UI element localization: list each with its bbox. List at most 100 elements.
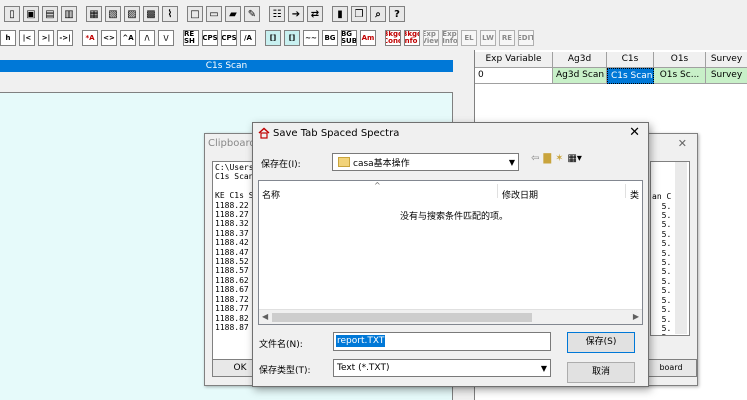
home-icon xyxy=(258,127,270,139)
up-folder-icon[interactable]: ▇ xyxy=(543,153,551,164)
save-all-icon[interactable]: ▧ xyxy=(105,6,121,22)
grid-header-row: Exp Variable Ag3d C1s O1s Survey xyxy=(475,52,747,68)
toolbar-button[interactable]: RE xyxy=(499,30,515,46)
help-icon[interactable]: ? xyxy=(389,6,405,22)
grid-cell-survey[interactable]: Survey xyxy=(706,68,747,84)
save-dialog: Save Tab Spaced Spectra ✕ 保存在(I): casa基本… xyxy=(252,122,649,387)
toolbar-button[interactable]: RE SH xyxy=(183,30,199,46)
column-header-type[interactable]: 类 xyxy=(630,188,644,201)
close-icon[interactable]: ✕ xyxy=(678,137,687,150)
main-toolbar: ▯ ▣ ▤ ▥ ▦ ▧ ▨ ▩ ⌇ □ ▭ ▰ ✎ ☷ ➔ ⇄ ▮ ❐ ⌕? xyxy=(4,3,408,25)
open-icon[interactable]: ▣ xyxy=(23,6,39,22)
filetype-value: Text (*.TXT) xyxy=(337,363,390,373)
clipboard-scrollbar[interactable] xyxy=(675,162,687,334)
toolbar-button[interactable]: >| xyxy=(38,30,54,46)
grid-cell-index[interactable]: 0 xyxy=(475,68,553,84)
pencil-icon[interactable]: ✎ xyxy=(244,6,260,22)
window-icon[interactable]: □ xyxy=(187,6,203,22)
grid-cell-c1s-selected[interactable]: C1s Scan xyxy=(607,68,654,84)
toolbar-button[interactable]: Exp View xyxy=(423,30,439,46)
spectrum-icon[interactable]: ⌇ xyxy=(162,6,178,22)
layout-icon[interactable]: ▰ xyxy=(225,6,241,22)
cancel-button[interactable]: 取消 xyxy=(567,362,635,383)
toolbar-button[interactable]: <> xyxy=(101,30,117,46)
view-menu-icon[interactable]: ▦▾ xyxy=(567,153,581,164)
column-divider xyxy=(497,184,498,198)
analysis-toolbar: h |< >| ->| *A <> ^A/\ \/RE SH CPS CPS/A[][] ~~ BG B… xyxy=(0,27,537,49)
clipboard-icon[interactable]: ▮ xyxy=(332,6,348,22)
toolbar-button[interactable]: BG xyxy=(322,30,338,46)
clipboard-title: Clipboard xyxy=(208,138,256,149)
toolbar-button[interactable]: Bkgd Info xyxy=(404,30,420,46)
column-divider xyxy=(625,184,626,198)
chevron-down-icon: ▼ xyxy=(540,363,548,373)
toolbar-button[interactable]: /A xyxy=(240,30,256,46)
grid-header-ag3d[interactable]: Ag3d xyxy=(553,52,607,68)
copy-icon[interactable]: ❐ xyxy=(351,6,367,22)
scrollbar-thumb[interactable] xyxy=(272,313,532,322)
save-as-icon[interactable]: ▦ xyxy=(86,6,102,22)
column-header-date[interactable]: 修改日期 xyxy=(502,188,538,201)
save-icon[interactable]: ▥ xyxy=(61,6,77,22)
navigation-buttons: ⇦ ▇ ✶ ▦▾ xyxy=(531,153,582,164)
file-list[interactable]: ^ 名称 修改日期 类 没有与搜索条件匹配的项。 ◀ ▶ xyxy=(258,180,643,325)
arrow-icon[interactable]: ➔ xyxy=(288,6,304,22)
toolbar-button[interactable]: CPS xyxy=(221,30,237,46)
toolbar-button[interactable]: EDIT xyxy=(518,30,534,46)
toolbar-button[interactable]: ^A xyxy=(120,30,136,46)
toolbar-button[interactable]: Bkgd Conc xyxy=(385,30,401,46)
toolbar-button[interactable]: \/ xyxy=(158,30,174,46)
scroll-left-icon[interactable]: ◀ xyxy=(262,312,268,321)
column-header-name[interactable]: 名称 xyxy=(262,188,280,201)
sort-caret-icon: ^ xyxy=(374,181,381,190)
filetype-label: 保存类型(T): xyxy=(259,366,311,376)
grid-header-o1s[interactable]: O1s xyxy=(654,52,706,68)
print-icon[interactable]: ▨ xyxy=(124,6,140,22)
toolbar-button[interactable]: /\ xyxy=(139,30,155,46)
toolbar-button[interactable]: *A xyxy=(82,30,98,46)
filetype-select[interactable]: Text (*.TXT) ▼ xyxy=(333,359,551,377)
open-multi-icon[interactable]: ▤ xyxy=(42,6,58,22)
toolbar-button[interactable]: LW xyxy=(480,30,496,46)
toolbar-button[interactable]: ~~ xyxy=(303,30,319,46)
grid-header-exp-variable[interactable]: Exp Variable xyxy=(475,52,553,68)
scroll-right-icon[interactable]: ▶ xyxy=(633,312,639,321)
close-icon[interactable]: ✕ xyxy=(629,125,640,140)
clipboard-copy-button[interactable]: board xyxy=(645,359,697,377)
toolbar-button[interactable]: h xyxy=(0,30,16,46)
chevron-down-icon: ▼ xyxy=(508,157,516,167)
toolbar-button[interactable]: ->| xyxy=(57,30,73,46)
toolbar-button[interactable]: Am xyxy=(360,30,376,46)
grid-header-c1s[interactable]: C1s xyxy=(607,52,654,68)
grid-cell-o1s[interactable]: O1s Sc... xyxy=(654,68,706,84)
toolbar-button[interactable]: BG SUB xyxy=(341,30,357,46)
filename-input[interactable]: report.TXT xyxy=(333,332,551,351)
grid-row: 0 Ag3d Scan C1s Scan O1s Sc... Survey xyxy=(475,68,747,84)
save-in-label: 保存在(I): xyxy=(261,160,301,170)
toggle-icon[interactable]: ⇄ xyxy=(307,6,323,22)
grid-cell-ag3d[interactable]: Ag3d Scan xyxy=(553,68,607,84)
spectrum-window-title: C1s Scan xyxy=(0,60,453,72)
toolbar-button[interactable]: EL xyxy=(461,30,477,46)
new-icon[interactable]: ▯ xyxy=(4,6,20,22)
filename-label: 文件名(N): xyxy=(259,340,303,350)
back-icon[interactable]: ⇦ xyxy=(531,153,539,164)
find-icon[interactable]: ⌕ xyxy=(370,6,386,22)
toolbar-button[interactable]: |< xyxy=(19,30,35,46)
table-icon[interactable]: ☷ xyxy=(269,6,285,22)
toolbar-button[interactable]: [] xyxy=(265,30,281,46)
empty-message: 没有与搜索条件匹配的项。 xyxy=(399,212,508,222)
location-value: casa基本操作 xyxy=(353,158,410,169)
toolbar-button[interactable]: Exp Info xyxy=(442,30,458,46)
grid-header-survey[interactable]: Survey xyxy=(706,52,747,68)
location-select[interactable]: casa基本操作 ▼ xyxy=(332,153,519,171)
filename-value: report.TXT xyxy=(336,335,386,347)
print-preview-icon[interactable]: ▩ xyxy=(143,6,159,22)
save-button[interactable]: 保存(S) xyxy=(567,332,635,353)
tile-icon[interactable]: ▭ xyxy=(206,6,222,22)
toolbar-button[interactable]: CPS xyxy=(202,30,218,46)
folder-icon xyxy=(338,157,350,167)
toolbar-button[interactable]: [] xyxy=(284,30,300,46)
new-folder-icon[interactable]: ✶ xyxy=(555,153,563,164)
horizontal-scrollbar[interactable]: ◀ ▶ xyxy=(259,309,642,324)
